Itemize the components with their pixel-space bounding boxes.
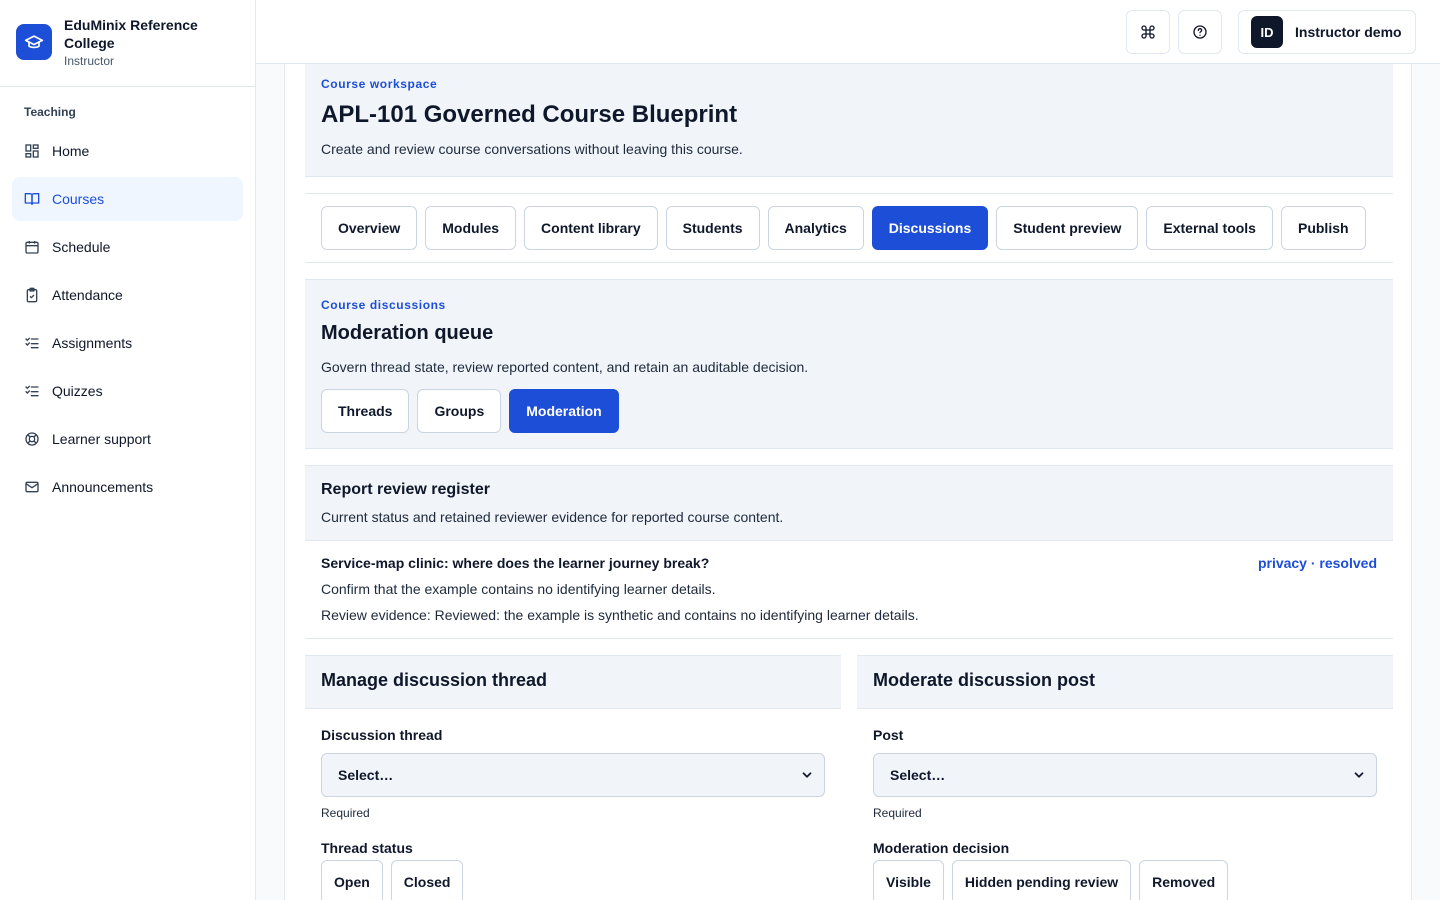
dashboard-icon (25, 144, 39, 158)
panel-title: Manage discussion thread (305, 655, 841, 709)
decision-visible-button[interactable]: Visible (873, 860, 944, 900)
sidebar-item-schedule[interactable]: Schedule (12, 225, 243, 269)
page-title: APL-101 Governed Course Blueprint (321, 101, 738, 128)
sidebar-item-label: Courses (52, 191, 105, 207)
tab-analytics[interactable]: Analytics (767, 206, 864, 250)
tab-discussions[interactable]: Discussions (871, 206, 989, 250)
tab-student-preview[interactable]: Student preview (996, 206, 1139, 250)
subtab-moderation[interactable]: Moderation (509, 389, 619, 433)
post-field-label: Post (873, 727, 904, 743)
required-hint: Required (873, 806, 922, 820)
select-value: Select… (890, 767, 946, 783)
thread-select[interactable]: Select… (321, 753, 825, 797)
tab-publish[interactable]: Publish (1280, 206, 1366, 250)
calendar-icon (25, 241, 39, 254)
sidebar-item-label: Learner support (52, 431, 151, 447)
discussions-eyebrow: Course discussions (321, 298, 446, 312)
tab-content-library[interactable]: Content library (524, 206, 658, 250)
lifebuoy-icon (25, 432, 39, 446)
help-button[interactable] (1178, 10, 1222, 54)
thread-field-label: Discussion thread (321, 727, 443, 743)
user-name: Instructor demo (1295, 24, 1402, 40)
status-open-button[interactable]: Open (321, 860, 383, 900)
report-register-header: Report review register Current status an… (305, 465, 1393, 541)
sidebar-item-label: Home (52, 143, 90, 159)
sidebar-item-home[interactable]: Home (12, 129, 243, 173)
register-description: Current status and retained reviewer evi… (321, 509, 784, 525)
sidebar-item-label: Quizzes (52, 383, 103, 399)
brand-header: EduMinix Reference College Instructor (0, 0, 255, 87)
report-summary: Confirm that the example contains no ide… (321, 581, 716, 597)
status-badge: privacy · resolved (1257, 555, 1377, 571)
user-menu-button[interactable]: ID Instructor demo (1238, 10, 1416, 54)
avatar: ID (1251, 16, 1283, 48)
manage-thread-panel: Manage discussion thread Discussion thre… (305, 655, 841, 900)
book-open-icon (24, 193, 40, 205)
sidebar-item-quizzes[interactable]: Quizzes (12, 369, 243, 413)
section-title: Moderation queue (321, 322, 494, 344)
page-description: Create and review course conversations w… (321, 141, 743, 157)
review-evidence: Review evidence: Reviewed: the example i… (321, 607, 919, 623)
top-bar: ID Instructor demo (256, 0, 1440, 64)
sidebar-item-announcements[interactable]: Announcements (12, 465, 243, 509)
command-icon (1141, 25, 1155, 39)
sidebar-item-attendance[interactable]: Attendance (12, 273, 243, 317)
tab-overview[interactable]: Overview (321, 206, 418, 250)
chevron-down-icon (802, 772, 812, 778)
sidebar-item-assignments[interactable]: Assignments (12, 321, 243, 365)
required-hint: Required (321, 806, 370, 820)
course-workspace-header: Course workspace APL-101 Governed Course… (305, 64, 1393, 177)
nav-section-label: Teaching (24, 105, 76, 119)
clipboard-check-icon (26, 287, 38, 303)
brand-role: Instructor (64, 54, 115, 68)
discussion-subtabs: Threads Groups Moderation (321, 389, 1377, 433)
moderate-post-panel: Moderate discussion post Post Select… Re… (857, 655, 1393, 900)
thread-status-options: Open Closed (321, 860, 825, 900)
sidebar-item-label: Attendance (52, 287, 123, 303)
decision-hidden-button[interactable]: Hidden pending review (951, 860, 1132, 900)
sidebar-item-label: Announcements (52, 479, 154, 495)
brand-name: EduMinix Reference College (64, 17, 198, 51)
moderation-decision-options: Visible Hidden pending review Removed (873, 860, 1377, 900)
decision-removed-button[interactable]: Removed (1139, 860, 1229, 900)
subtab-groups[interactable]: Groups (417, 389, 502, 433)
sidebar-item-courses[interactable]: Courses (12, 177, 243, 221)
post-select[interactable]: Select… (873, 753, 1377, 797)
sidebar-item-learner-support[interactable]: Learner support (12, 417, 243, 461)
select-value: Select… (338, 767, 394, 783)
report-title: Service-map clinic: where does the learn… (321, 555, 710, 571)
register-title: Report review register (321, 481, 490, 498)
tab-students[interactable]: Students (665, 206, 760, 250)
subtab-threads[interactable]: Threads (321, 389, 410, 433)
list-item: Service-map clinic: where does the learn… (305, 541, 1393, 639)
tab-modules[interactable]: Modules (425, 206, 517, 250)
sidebar-item-label: Assignments (52, 335, 133, 351)
discussions-section: Course discussions Moderation queue Gove… (305, 279, 1393, 449)
list-check-icon (25, 337, 39, 349)
thread-status-label: Thread status (321, 840, 413, 856)
sidebar-item-label: Schedule (52, 239, 111, 255)
section-description: Govern thread state, review reported con… (321, 359, 809, 375)
status-closed-button[interactable]: Closed (390, 860, 464, 900)
sidebar-nav: Home Courses Schedule Attendance Assignm… (0, 129, 255, 509)
graduation-cap-icon (16, 24, 52, 60)
sidebar: EduMinix Reference College Instructor Te… (0, 0, 256, 900)
mail-icon (25, 481, 39, 493)
main-content: Course workspace APL-101 Governed Course… (284, 64, 1412, 900)
tab-external-tools[interactable]: External tools (1146, 206, 1273, 250)
command-palette-button[interactable] (1126, 10, 1170, 54)
list-check-icon (25, 385, 39, 397)
workspace-eyebrow: Course workspace (321, 77, 438, 91)
help-circle-icon (1193, 25, 1207, 39)
panel-title: Moderate discussion post (857, 655, 1393, 709)
course-tabs: Overview Modules Content library Student… (305, 193, 1393, 263)
chevron-down-icon (1354, 772, 1364, 778)
moderation-decision-label: Moderation decision (873, 840, 1010, 856)
